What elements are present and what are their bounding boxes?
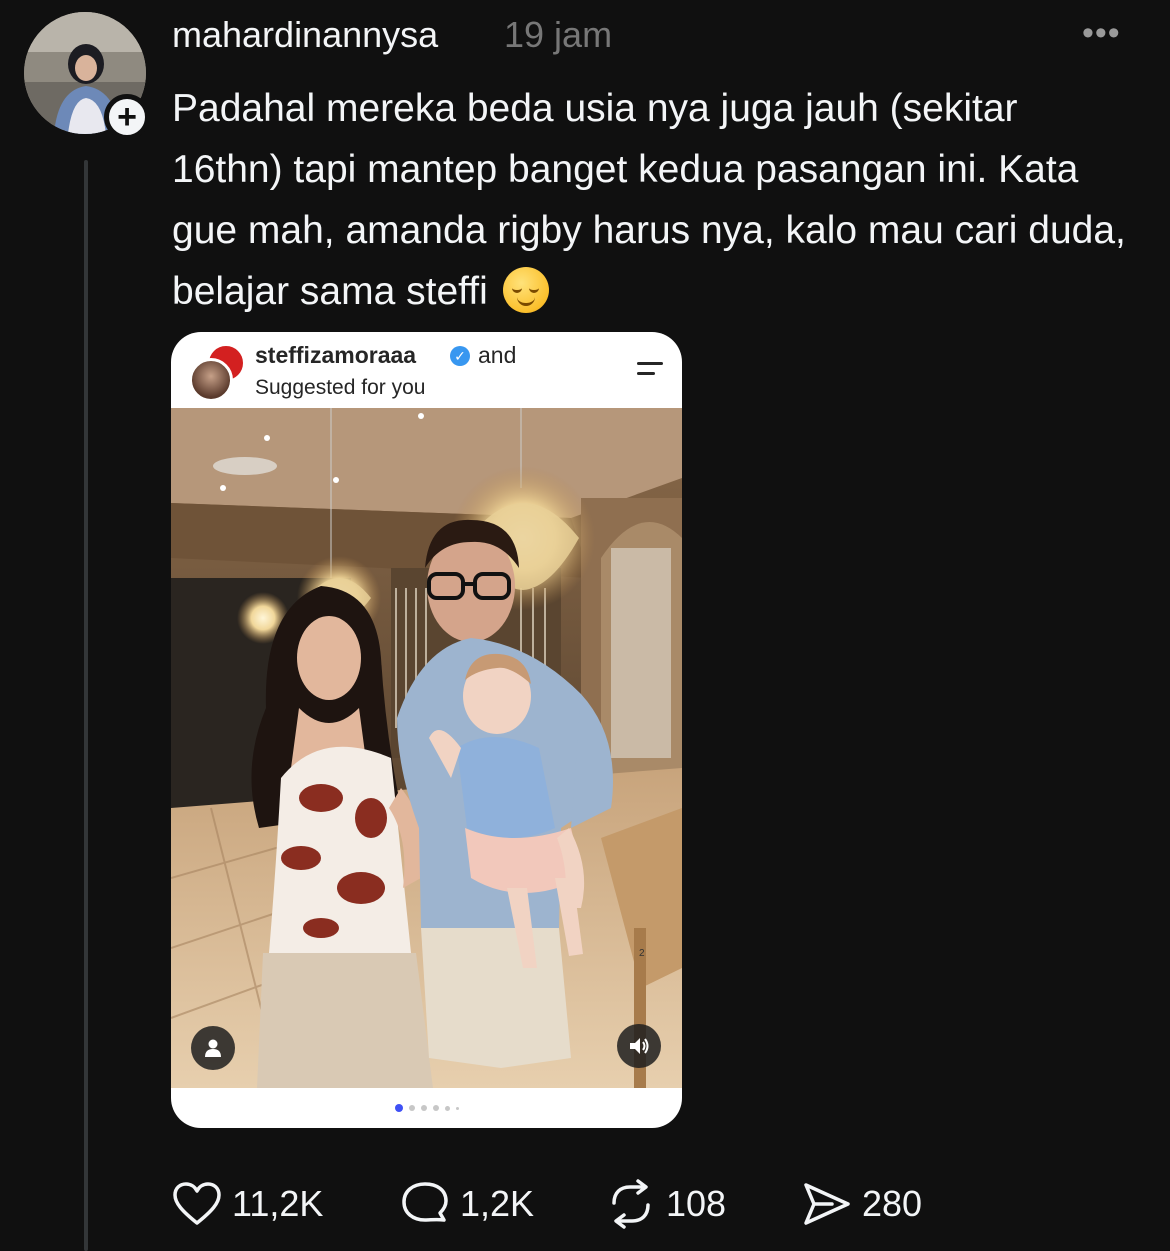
heart-icon [173, 1182, 221, 1225]
embedded-post-card[interactable]: steffizamoraaa ✓ and Suggested for you 2 [171, 332, 682, 1128]
tagged-people-button[interactable] [191, 1026, 235, 1070]
embedded-post-header: steffizamoraaa ✓ and Suggested for you [171, 332, 682, 408]
more-options-icon[interactable]: ••• [1082, 14, 1121, 53]
speaker-icon [630, 1038, 649, 1054]
reply-button[interactable]: 1,2K [400, 1176, 534, 1232]
carousel-dot [455, 1106, 459, 1110]
carousel-dot [432, 1105, 439, 1111]
verified-badge-icon: ✓ [450, 346, 470, 366]
menu-icon[interactable] [637, 360, 663, 380]
person-icon [205, 1039, 221, 1057]
send-icon [804, 1183, 850, 1225]
post-actions-bar: 11,2K 1,2K 108 280 [172, 1176, 1072, 1232]
suggested-label: Suggested for you [255, 376, 426, 399]
like-button[interactable]: 11,2K [172, 1176, 323, 1232]
family-photo: 2 [171, 408, 682, 1088]
post-text: Padahal mereka beda usia nya juga jauh (… [172, 78, 1132, 322]
follow-button[interactable]: + [104, 94, 150, 140]
repost-icon [612, 1179, 650, 1229]
relieved-face-emoji-icon [502, 267, 549, 313]
repost-button[interactable]: 108 [606, 1176, 726, 1232]
embedded-photo[interactable]: 2 [171, 408, 682, 1088]
like-count: 11,2K [232, 1183, 324, 1224]
thread-line [84, 160, 88, 1251]
carousel-indicator [171, 1100, 682, 1116]
carousel-dot [408, 1105, 415, 1111]
post-username[interactable]: mahardinannysa [172, 14, 438, 56]
photo-page-marker: 2 [639, 948, 645, 959]
carousel-dot [420, 1105, 427, 1111]
post-timestamp: 19 jam [504, 14, 613, 55]
embedded-and-label[interactable]: and [478, 342, 516, 369]
repost-count: 108 [666, 1183, 727, 1224]
mute-toggle-button[interactable] [617, 1024, 661, 1068]
collab-avatar-primary[interactable] [189, 358, 233, 402]
reply-count: 1,2K [460, 1183, 535, 1224]
share-button[interactable]: 280 [802, 1176, 922, 1232]
embedded-username[interactable]: steffizamoraaa [255, 342, 416, 369]
post-text-body: Padahal mereka beda usia nya juga jauh (… [172, 87, 1126, 313]
comment-icon [402, 1182, 448, 1222]
carousel-dot-active [394, 1104, 403, 1112]
share-count: 280 [862, 1183, 923, 1224]
carousel-dot [444, 1105, 450, 1111]
